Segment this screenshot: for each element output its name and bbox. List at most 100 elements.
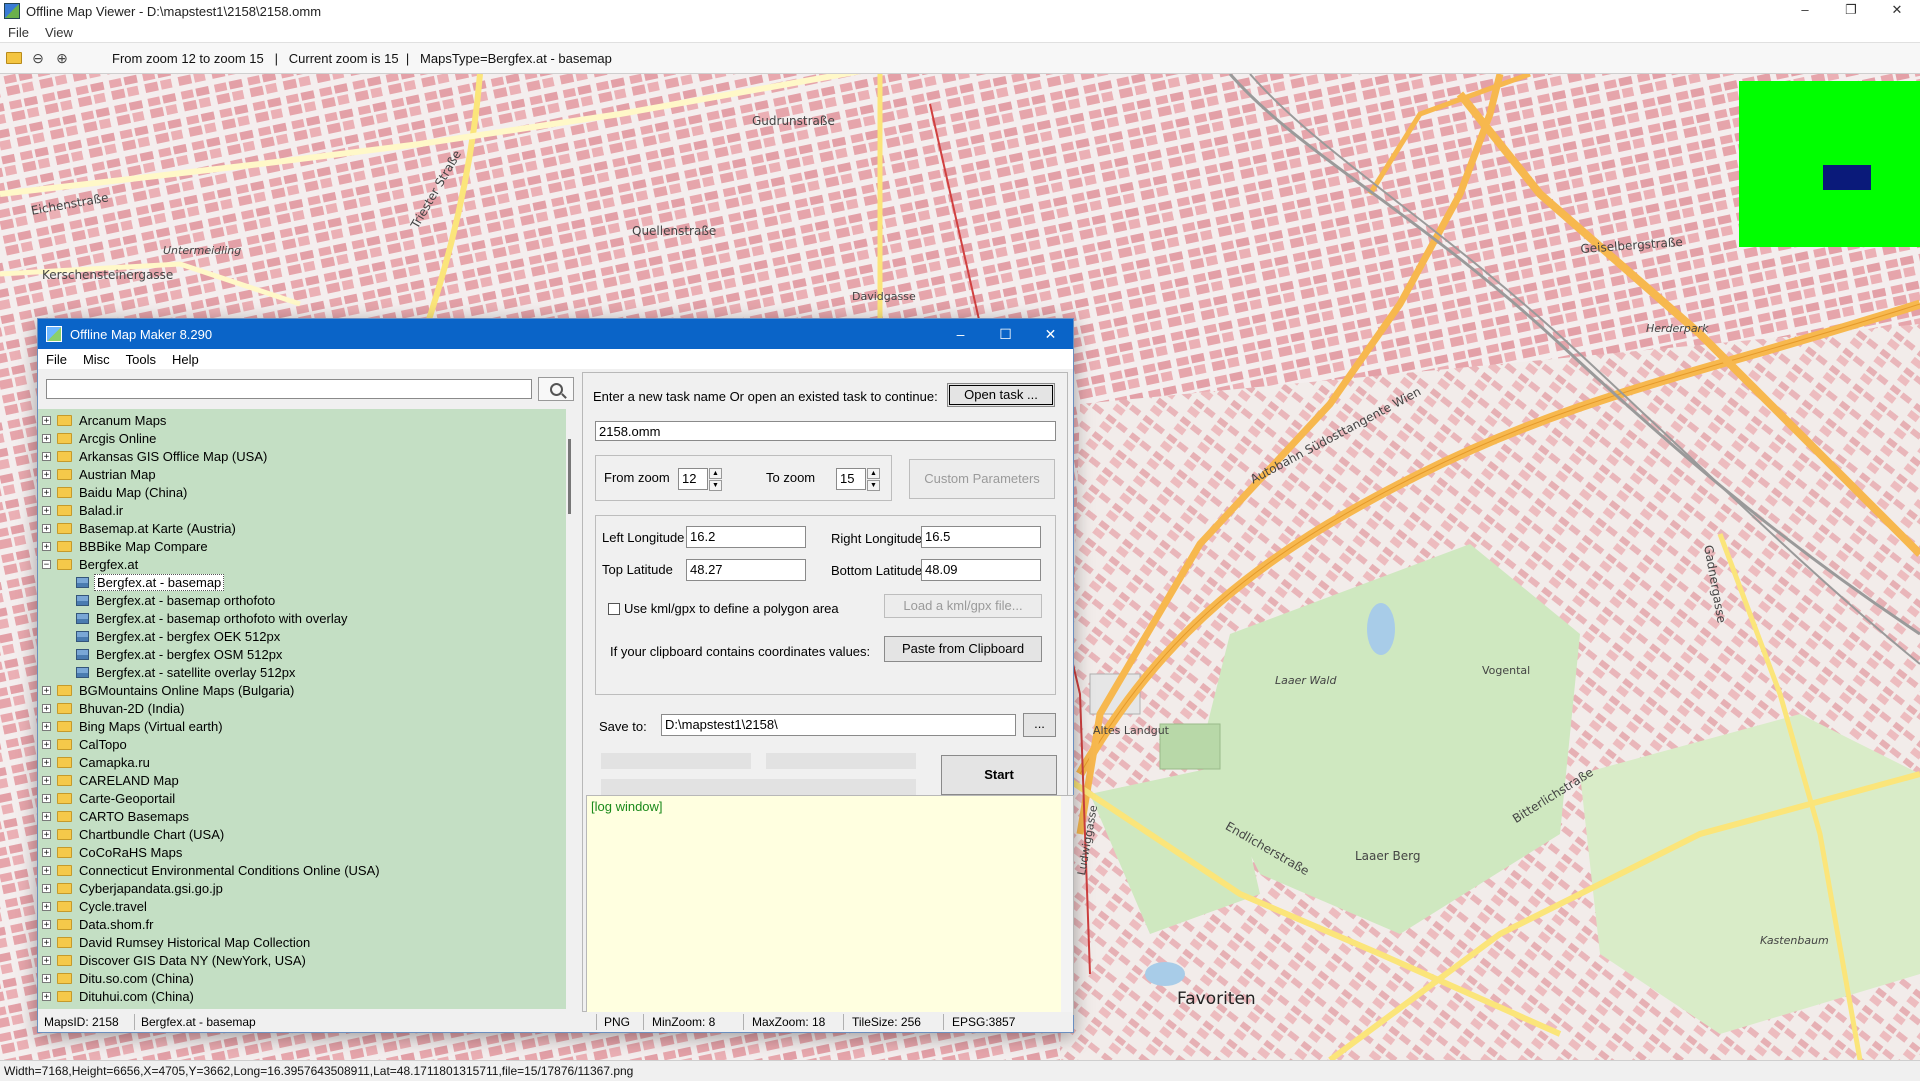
tree-item-map[interactable]: Bergfex.at - bergfex OSM 512px (38, 645, 284, 663)
dialog-menu-misc[interactable]: Misc (75, 352, 118, 367)
dialog-menu-tools[interactable]: Tools (118, 352, 164, 367)
tree-item-label[interactable]: Bing Maps (Virtual earth) (77, 719, 225, 734)
tree-item-label[interactable]: Bergfex.at - basemap orthofoto (94, 593, 277, 608)
expand-icon[interactable]: + (42, 415, 51, 425)
minimize-button[interactable]: – (1782, 0, 1828, 22)
spin-up-icon[interactable]: ▲ (867, 468, 880, 479)
tree-item-label[interactable]: David Rumsey Historical Map Collection (77, 935, 312, 950)
tree-item-folder[interactable]: + Baidu Map (China) (38, 483, 189, 501)
tree-item-label[interactable]: Carte-Geoportail (77, 791, 177, 806)
expand-icon[interactable]: + (42, 973, 51, 983)
bottom-latitude-input[interactable]: 48.09 (921, 559, 1041, 581)
tree-item-folder[interactable]: + Discover GIS Data NY (NewYork, USA) (38, 951, 308, 969)
tree-item-folder[interactable]: + Connecticut Environmental Conditions On… (38, 861, 382, 879)
menu-view[interactable]: View (37, 25, 81, 40)
dialog-minimize-button[interactable]: – (938, 319, 983, 349)
expand-icon[interactable]: + (42, 487, 51, 497)
expand-icon[interactable]: + (42, 901, 51, 911)
expand-icon[interactable]: + (42, 685, 51, 695)
start-button[interactable]: Start (941, 755, 1057, 795)
overview-viewport-rect[interactable] (1823, 165, 1871, 190)
tree-item-label[interactable]: CARELAND Map (77, 773, 181, 788)
tree-item-folder[interactable]: + Dituhui.com (China) (38, 987, 196, 1005)
tree-item-folder[interactable]: + Camapka.ru (38, 753, 152, 771)
save-to-input[interactable]: D:\mapstest1\2158\ (661, 714, 1016, 736)
spin-down-icon[interactable]: ▼ (867, 480, 880, 491)
top-latitude-input[interactable]: 48.27 (686, 559, 806, 581)
tree-item-label[interactable]: Austrian Map (77, 467, 158, 482)
expand-icon[interactable]: + (42, 775, 51, 785)
tree-item-folder[interactable]: + Arkansas GIS Offlice Map (USA) (38, 447, 269, 465)
tree-item-map[interactable]: Bergfex.at - satellite overlay 512px (38, 663, 297, 681)
tree-item-label[interactable]: Chartbundle Chart (USA) (77, 827, 226, 842)
tree-item-map[interactable]: Bergfex.at - basemap (38, 573, 225, 591)
browse-folder-button[interactable]: ... (1023, 713, 1056, 737)
expand-icon[interactable]: + (42, 919, 51, 929)
custom-parameters-button[interactable]: Custom Parameters (909, 459, 1055, 499)
tree-item-folder[interactable]: + BBBike Map Compare (38, 537, 210, 555)
tree-item-folder[interactable]: + Cyberjapandata.gsi.go.jp (38, 879, 225, 897)
tree-item-folder[interactable]: + BGMountains Online Maps (Bulgaria) (38, 681, 296, 699)
tree-item-label[interactable]: BBBike Map Compare (77, 539, 210, 554)
from-zoom-spinner[interactable]: ▲ ▼ (709, 468, 722, 492)
task-name-input[interactable]: 2158.omm (595, 421, 1056, 441)
expand-icon[interactable]: + (42, 451, 51, 461)
tree-item-label[interactable]: Bergfex.at (77, 557, 140, 572)
spin-up-icon[interactable]: ▲ (709, 468, 722, 479)
right-longitude-input[interactable]: 16.5 (921, 526, 1041, 548)
tree-item-folder[interactable]: + Cycle.travel (38, 897, 149, 915)
dialog-titlebar[interactable]: Offline Map Maker 8.290 – ☐ ✕ (38, 319, 1073, 349)
expand-icon[interactable]: + (42, 793, 51, 803)
log-window[interactable]: [log window] (586, 795, 1074, 1015)
tree-item-folder[interactable]: + Austrian Map (38, 465, 158, 483)
tree-item-label[interactable]: Connecticut Environmental Conditions Onl… (77, 863, 382, 878)
tree-item-label[interactable]: Arcanum Maps (77, 413, 168, 428)
tree-item-folder[interactable]: + Ditu.so.com (China) (38, 969, 196, 987)
tree-item-folder[interactable]: + CARELAND Map (38, 771, 181, 789)
expand-icon[interactable]: + (42, 829, 51, 839)
dialog-maximize-button[interactable]: ☐ (983, 319, 1028, 349)
tree-item-label[interactable]: Balad.ir (77, 503, 125, 518)
maximize-button[interactable]: ❐ (1828, 0, 1874, 22)
tree-item-label[interactable]: Bhuvan-2D (India) (77, 701, 187, 716)
expand-icon[interactable]: + (42, 955, 51, 965)
tree-item-folder[interactable]: + CoCoRaHS Maps (38, 843, 184, 861)
collapse-icon[interactable]: − (42, 559, 51, 569)
close-button[interactable]: ✕ (1874, 0, 1920, 22)
expand-icon[interactable]: + (42, 757, 51, 767)
overview-minimap[interactable] (1739, 81, 1920, 247)
tree-item-label[interactable]: Dituhui.com (China) (77, 989, 196, 1004)
map-search-button[interactable] (538, 377, 574, 401)
tree-item-label[interactable]: Arcgis Online (77, 431, 158, 446)
tree-item-label[interactable]: Bergfex.at - basemap orthofoto with over… (94, 611, 349, 626)
expand-icon[interactable]: + (42, 523, 51, 533)
expand-icon[interactable]: + (42, 469, 51, 479)
tree-item-label[interactable]: Bergfex.at - bergfex OSM 512px (94, 647, 284, 662)
paste-from-clipboard-button[interactable]: Paste from Clipboard (884, 636, 1042, 662)
tree-item-map[interactable]: Bergfex.at - basemap orthofoto (38, 591, 277, 609)
tree-item-folder[interactable]: + Basemap.at Karte (Austria) (38, 519, 238, 537)
expand-icon[interactable]: + (42, 811, 51, 821)
expand-icon[interactable]: + (42, 721, 51, 731)
open-task-button[interactable]: Open task ... (947, 383, 1055, 407)
dialog-menu-file[interactable]: File (38, 352, 75, 367)
expand-icon[interactable]: + (42, 703, 51, 713)
tree-scrollbar-thumb[interactable] (568, 439, 571, 514)
menu-file[interactable]: File (0, 25, 37, 40)
expand-icon[interactable]: + (42, 937, 51, 947)
tree-item-label[interactable]: Ditu.so.com (China) (77, 971, 196, 986)
tree-item-folder[interactable]: + CARTO Basemaps (38, 807, 191, 825)
from-zoom-input[interactable]: 12 (678, 468, 708, 490)
tree-item-label[interactable]: Discover GIS Data NY (NewYork, USA) (77, 953, 308, 968)
left-longitude-input[interactable]: 16.2 (686, 526, 806, 548)
open-folder-icon[interactable] (4, 48, 24, 68)
tree-item-label[interactable]: Data.shom.fr (77, 917, 155, 932)
tree-item-folder[interactable]: + Bhuvan-2D (India) (38, 699, 187, 717)
tree-scrollbar[interactable] (566, 409, 574, 1009)
tree-item-folder[interactable]: + Data.shom.fr (38, 915, 155, 933)
tree-item-folder[interactable]: + Balad.ir (38, 501, 125, 519)
tree-item-label[interactable]: CalTopo (77, 737, 129, 752)
use-kml-checkbox[interactable] (608, 603, 620, 615)
dialog-close-button[interactable]: ✕ (1028, 319, 1073, 349)
expand-icon[interactable]: + (42, 433, 51, 443)
